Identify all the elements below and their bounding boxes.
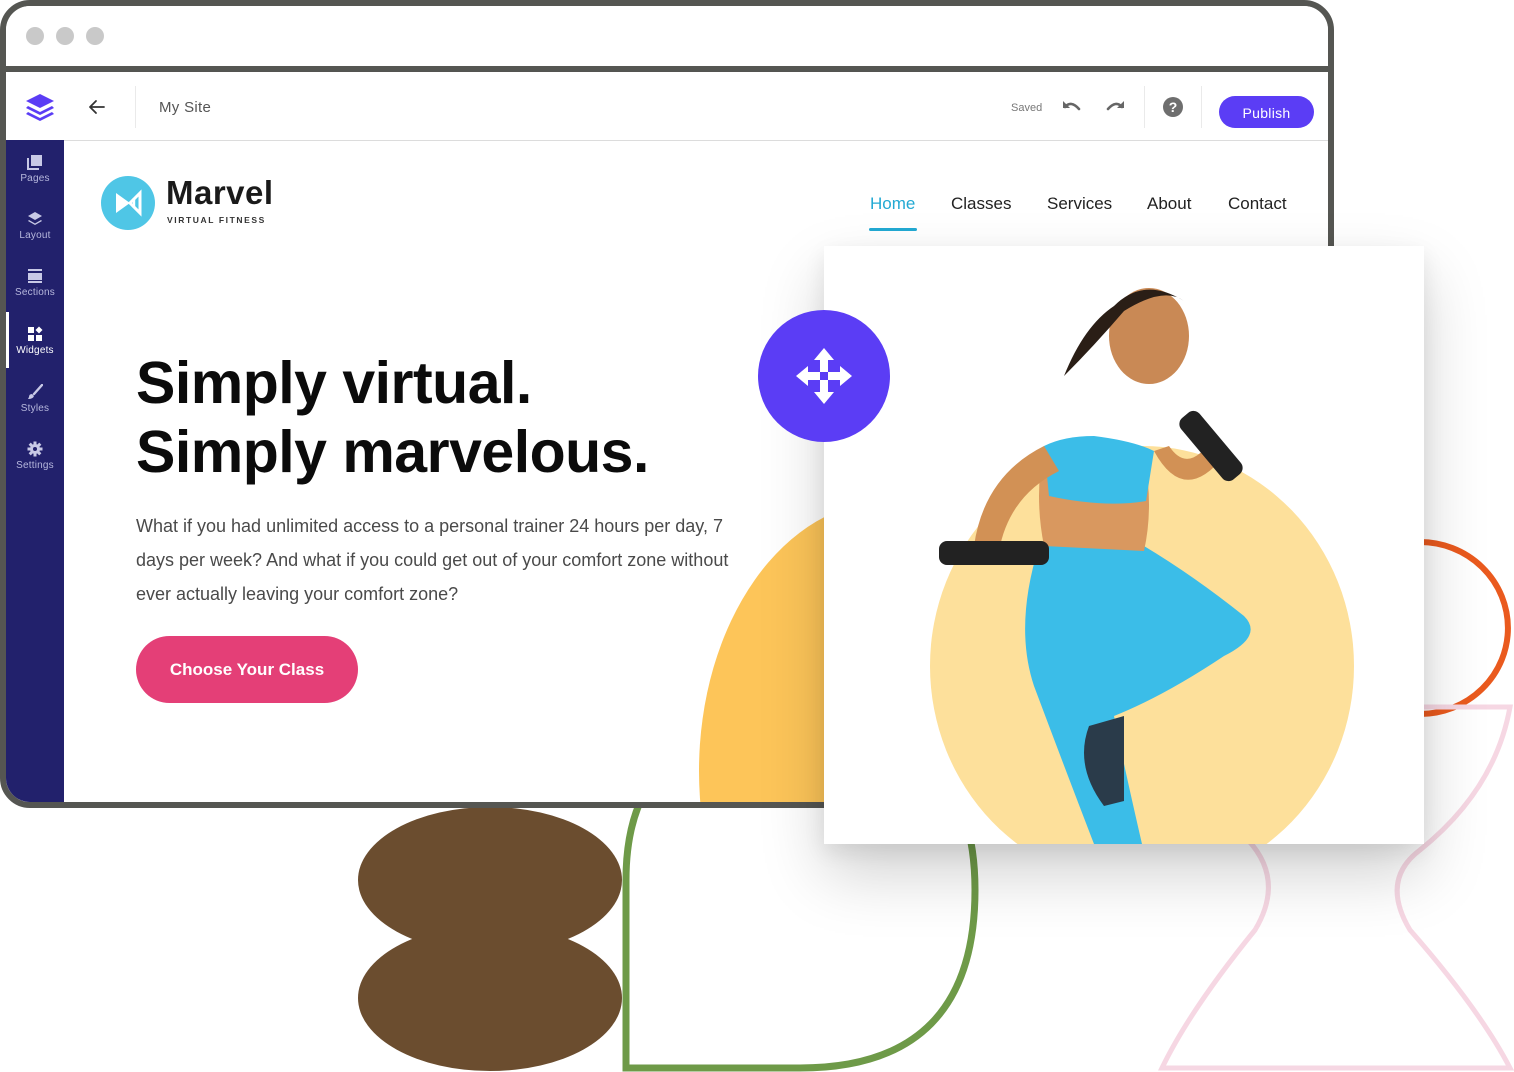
nav-active-underline: [869, 228, 917, 231]
sidebar-item-widgets[interactable]: Widgets: [6, 326, 64, 378]
nav-services[interactable]: Services: [1047, 194, 1112, 214]
choose-your-class-button[interactable]: Choose Your Class: [136, 636, 358, 703]
toolbar-divider: [135, 86, 136, 128]
brown-blob-shape: [358, 807, 622, 1071]
sidebar-item-styles[interactable]: Styles: [6, 384, 64, 436]
pages-icon: [27, 155, 42, 170]
brand-tagline: VIRTUAL FITNESS: [167, 215, 266, 225]
hero-image-card[interactable]: [824, 246, 1424, 844]
publish-button[interactable]: Publish: [1219, 96, 1314, 128]
brand-name: Marvel: [166, 174, 274, 211]
layers-icon[interactable]: [24, 92, 56, 122]
sidebar-item-settings[interactable]: Settings: [6, 441, 64, 493]
help-icon[interactable]: ?: [1163, 97, 1183, 117]
brand-logo-icon[interactable]: [101, 176, 155, 230]
sidebar-item-label: Sections: [15, 287, 55, 298]
editor-toolbar: My Site Saved ? Publish: [6, 72, 1328, 141]
site-name[interactable]: My Site: [159, 99, 211, 116]
nav-contact[interactable]: Contact: [1228, 194, 1287, 214]
sidebar-item-layout[interactable]: Layout: [6, 211, 64, 263]
toolbar-divider: [1201, 86, 1202, 128]
hero-title-line: Simply marvelous.: [136, 419, 649, 485]
window-minimize-dot[interactable]: [56, 27, 74, 45]
layout-icon: [28, 212, 42, 225]
brush-icon: [28, 384, 43, 399]
undo-icon[interactable]: [1059, 97, 1083, 115]
athlete-image: [939, 288, 1251, 844]
orange-half-ring-shape: [1419, 539, 1511, 717]
nav-home[interactable]: Home: [870, 194, 915, 214]
nav-classes[interactable]: Classes: [951, 194, 1011, 214]
hero-title: Simply virtual. Simply marvelous.: [136, 349, 649, 487]
nav-about[interactable]: About: [1147, 194, 1191, 214]
toolbar-divider: [1144, 86, 1145, 128]
sections-icon: [28, 269, 42, 283]
widgets-icon: [28, 326, 43, 341]
window-maximize-dot[interactable]: [86, 27, 104, 45]
move-arrows-icon: [796, 348, 852, 404]
hero-body: What if you had unlimited access to a pe…: [136, 516, 729, 604]
move-handle-button[interactable]: [758, 310, 890, 442]
window-titlebar: [6, 6, 1328, 72]
gear-icon: [27, 441, 43, 457]
sidebar-item-label: Styles: [20, 403, 50, 414]
window-close-dot[interactable]: [26, 27, 44, 45]
sidebar-item-sections[interactable]: Sections: [6, 268, 64, 320]
sidebar-item-pages[interactable]: Pages: [6, 154, 64, 206]
sidebar-item-label: Widgets: [16, 345, 54, 356]
arrow-left-icon[interactable]: [86, 96, 108, 118]
sidebar-item-label: Pages: [20, 173, 50, 184]
redo-icon[interactable]: [1104, 97, 1128, 115]
sidebar-item-label: Layout: [19, 230, 51, 241]
hero-title-line: Simply virtual.: [136, 350, 532, 416]
editor-sidebar: Pages Layout Sections Widgets Styles Set…: [6, 140, 64, 802]
save-status: Saved: [1011, 102, 1043, 114]
sidebar-item-label: Settings: [16, 460, 54, 471]
